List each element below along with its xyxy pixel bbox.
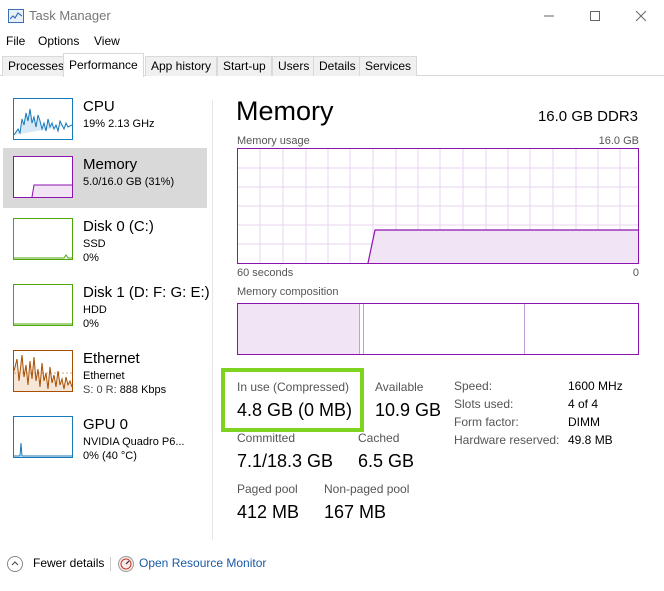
sidebar-item-detail: 0% (40 °C): [83, 450, 137, 462]
tab-users[interactable]: Users: [272, 56, 316, 76]
cached-label: Cached: [358, 431, 400, 445]
minimize-icon: [544, 15, 554, 17]
menu-view[interactable]: View: [94, 34, 120, 48]
sidebar-item-detail: 19% 2.13 GHz: [83, 118, 155, 130]
sidebar-item-title: Memory: [83, 156, 138, 173]
tab-services[interactable]: Services: [359, 56, 418, 76]
tab-details[interactable]: Details: [313, 56, 362, 76]
cached-value: 6.5 GB: [358, 451, 415, 471]
tab-bar: Processes Performance App history Start-…: [0, 53, 664, 77]
sidebar-item-adapter: Ethernet: [83, 370, 125, 382]
sidebar-item-memory[interactable]: Memory 5.0/16.0 GB (31%): [3, 148, 207, 208]
resource-monitor-icon: [118, 556, 134, 572]
footer-bar: Fewer details Open Resource Monitor: [0, 548, 664, 588]
non-paged-pool-value: 167 MB: [324, 502, 387, 522]
composition-in-use: [238, 304, 360, 354]
disk-1-thumbnail-graph: [13, 284, 73, 326]
tab-performance[interactable]: Performance: [63, 53, 144, 77]
tab-processes[interactable]: Processes: [2, 56, 71, 76]
memory-thumbnail-graph: [13, 156, 73, 198]
sidebar-item-type: SSD: [83, 238, 106, 250]
minimize-button[interactable]: [526, 0, 572, 32]
paged-pool-label: Paged pool: [237, 482, 298, 496]
sidebar-item-detail: 5.0/16.0 GB (31%): [83, 176, 175, 188]
speed-label: Speed:: [454, 379, 493, 393]
sidebar-item-model: NVIDIA Quadro P6...: [83, 436, 185, 448]
maximize-icon: [590, 11, 600, 21]
committed-value: 7.1/18.3 GB: [237, 451, 334, 471]
memory-usage-area: [368, 230, 638, 263]
slots-used-label: Slots used:: [454, 397, 514, 411]
sidebar-item-detail: 0%: [83, 318, 99, 330]
receive-rate: 888 Kbps: [119, 384, 167, 396]
page-title: Memory: [236, 96, 334, 126]
non-paged-pool-label: Non-paged pool: [324, 482, 410, 496]
performance-content: CPU 19% 2.13 GHz Memory 5.0/16.0 GB (31%…: [0, 76, 664, 541]
resource-sidebar: CPU 19% 2.13 GHz Memory 5.0/16.0 GB (31%…: [0, 76, 210, 541]
sidebar-item-title: Disk 1 (D: F: G: E:): [83, 284, 210, 301]
sidebar-item-disk-1[interactable]: Disk 1 (D: F: G: E:) HDD 0%: [3, 280, 210, 342]
menu-file[interactable]: File: [6, 34, 25, 48]
memory-usage-max: 16.0 GB: [598, 135, 639, 147]
committed-label: Committed: [237, 431, 296, 445]
speed-value: 1600 MHz: [568, 379, 623, 393]
menu-bar: File Options View: [0, 32, 664, 52]
title-bar: Task Manager: [0, 0, 664, 32]
memory-usage-label: Memory usage: [237, 135, 310, 147]
send-receive-prefix: S: 0 R:: [83, 384, 120, 396]
cpu-thumbnail-graph: [13, 98, 73, 140]
disk-0-thumbnail-graph: [13, 218, 73, 260]
close-button[interactable]: [618, 0, 664, 32]
sidebar-item-disk-0[interactable]: Disk 0 (C:) SSD 0%: [3, 214, 207, 276]
memory-usage-graph: [237, 148, 639, 264]
available-label: Available: [375, 380, 424, 394]
in-use-highlight-box: [221, 368, 364, 432]
sidebar-item-detail: S: 0 R: 888 Kbps: [83, 384, 166, 396]
tab-app-history[interactable]: App history: [145, 56, 218, 76]
memory-spec: 16.0 GB DDR3: [537, 108, 638, 125]
composition-standby: [524, 304, 525, 354]
form-factor-label: Form factor:: [454, 415, 519, 429]
hardware-reserved-label: Hardware reserved:: [454, 433, 560, 447]
task-manager-icon: [8, 9, 24, 23]
composition-modified: [363, 304, 364, 354]
sidebar-item-title: Ethernet: [83, 350, 140, 367]
open-resource-monitor-link[interactable]: Open Resource Monitor: [139, 556, 266, 570]
sidebar-item-title: GPU 0: [83, 416, 129, 433]
sidebar-item-ethernet[interactable]: Ethernet Ethernet S: 0 R: 888 Kbps: [3, 346, 207, 408]
sidebar-item-detail: 0%: [83, 252, 99, 264]
sidebar-item-title: Disk 0 (C:): [83, 218, 154, 235]
menu-options[interactable]: Options: [38, 34, 79, 48]
tab-start-up[interactable]: Start-up: [217, 56, 272, 76]
footer-divider: [110, 557, 111, 571]
maximize-button[interactable]: [572, 0, 618, 32]
sidebar-divider: [212, 100, 213, 540]
hardware-reserved-value: 49.8 MB: [568, 433, 613, 447]
fewer-details-button[interactable]: Fewer details: [33, 556, 104, 570]
close-icon: [635, 10, 647, 22]
sidebar-item-gpu-0[interactable]: GPU 0 NVIDIA Quadro P6... 0% (40 °C): [3, 412, 207, 474]
sidebar-item-title: CPU: [83, 98, 115, 115]
time-axis-start: 60 seconds: [237, 267, 294, 279]
paged-pool-value: 412 MB: [237, 502, 300, 522]
memory-composition-bar: [237, 303, 639, 355]
ethernet-thumbnail-graph: [13, 350, 73, 392]
window-title: Task Manager: [29, 8, 111, 23]
sidebar-item-cpu[interactable]: CPU 19% 2.13 GHz: [3, 94, 207, 156]
memory-composition-label: Memory composition: [237, 286, 339, 298]
available-value: 10.9 GB: [375, 400, 442, 420]
time-axis-end: 0: [632, 267, 639, 279]
slots-used-value: 4 of 4: [568, 397, 599, 411]
gpu-thumbnail-graph: [13, 416, 73, 458]
chevron-up-icon[interactable]: [7, 556, 23, 572]
sidebar-item-type: HDD: [83, 304, 107, 316]
form-factor-value: DIMM: [568, 415, 600, 429]
